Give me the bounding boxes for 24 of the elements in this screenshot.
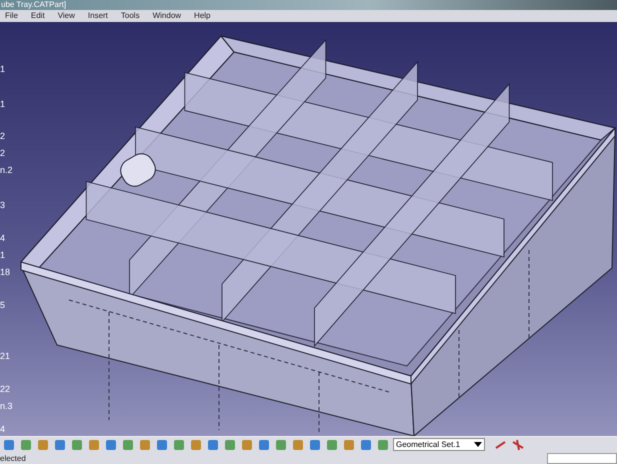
geometrical-set-dropdown[interactable]: Geometrical Set.1 (393, 438, 485, 452)
status-message: elected (0, 454, 26, 462)
menu-item[interactable]: Edit (26, 11, 53, 20)
tree-item[interactable]: 1 (0, 98, 6, 110)
tree-item[interactable]: 4 (0, 232, 6, 244)
tree-item[interactable]: 22 (0, 384, 10, 395)
tree-item[interactable]: 1 (0, 64, 6, 75)
tree-item[interactable]: n.2 (0, 164, 13, 176)
tree-item[interactable]: 2 (0, 148, 6, 159)
tree-item[interactable]: 2 (0, 130, 6, 142)
command-input-field[interactable] (547, 452, 617, 464)
caret-icon (474, 442, 482, 448)
menu-item[interactable]: Help (189, 11, 218, 20)
menu-item[interactable]: File (0, 11, 26, 20)
menu-item[interactable]: View (52, 11, 83, 20)
tree-item[interactable]: 5 (0, 300, 6, 311)
menu-item[interactable]: Insert (82, 11, 116, 20)
tree-item[interactable]: 3 (0, 200, 6, 211)
menu-item[interactable]: Window (148, 11, 190, 20)
tree-item[interactable]: 21 (0, 350, 10, 362)
window-title: ube Tray.CATPart] (0, 0, 66, 10)
tree-item[interactable]: 18 (0, 266, 10, 278)
tree-item[interactable]: 1 (0, 250, 6, 261)
menu-item[interactable]: Tools (116, 11, 148, 20)
